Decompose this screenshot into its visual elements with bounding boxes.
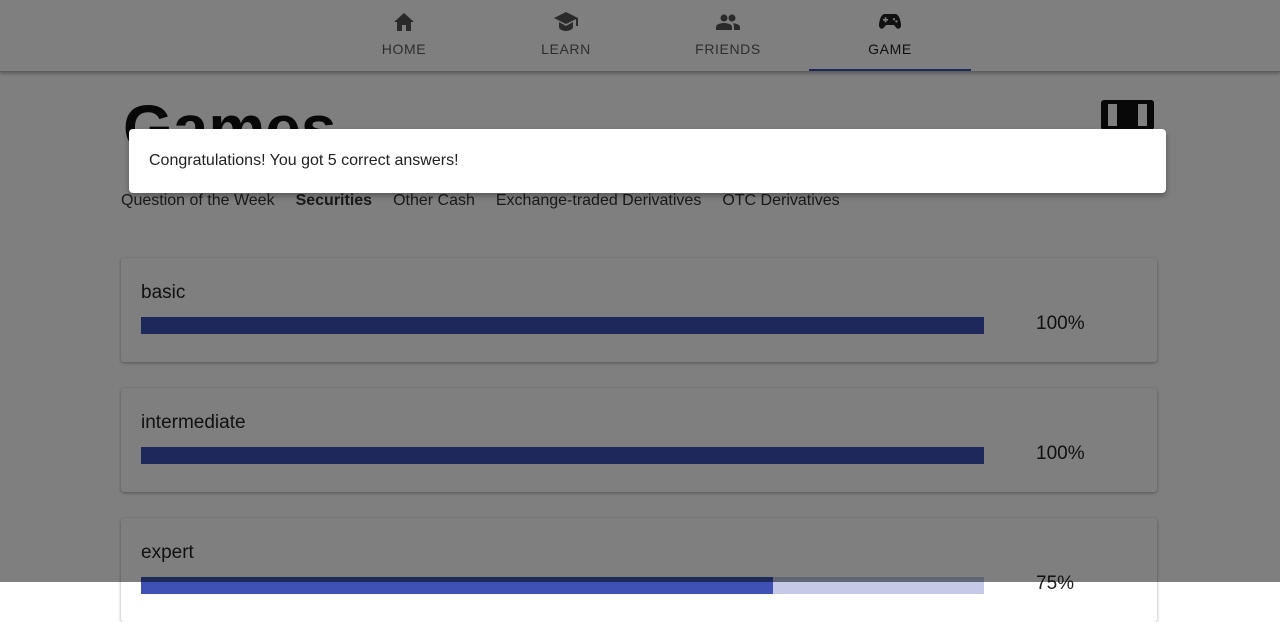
snackbar-message: Congratulations! You got 5 correct answe… <box>149 152 459 169</box>
modal-backdrop[interactable] <box>0 0 1280 582</box>
congratulations-snackbar: Congratulations! You got 5 correct answe… <box>129 129 1166 193</box>
